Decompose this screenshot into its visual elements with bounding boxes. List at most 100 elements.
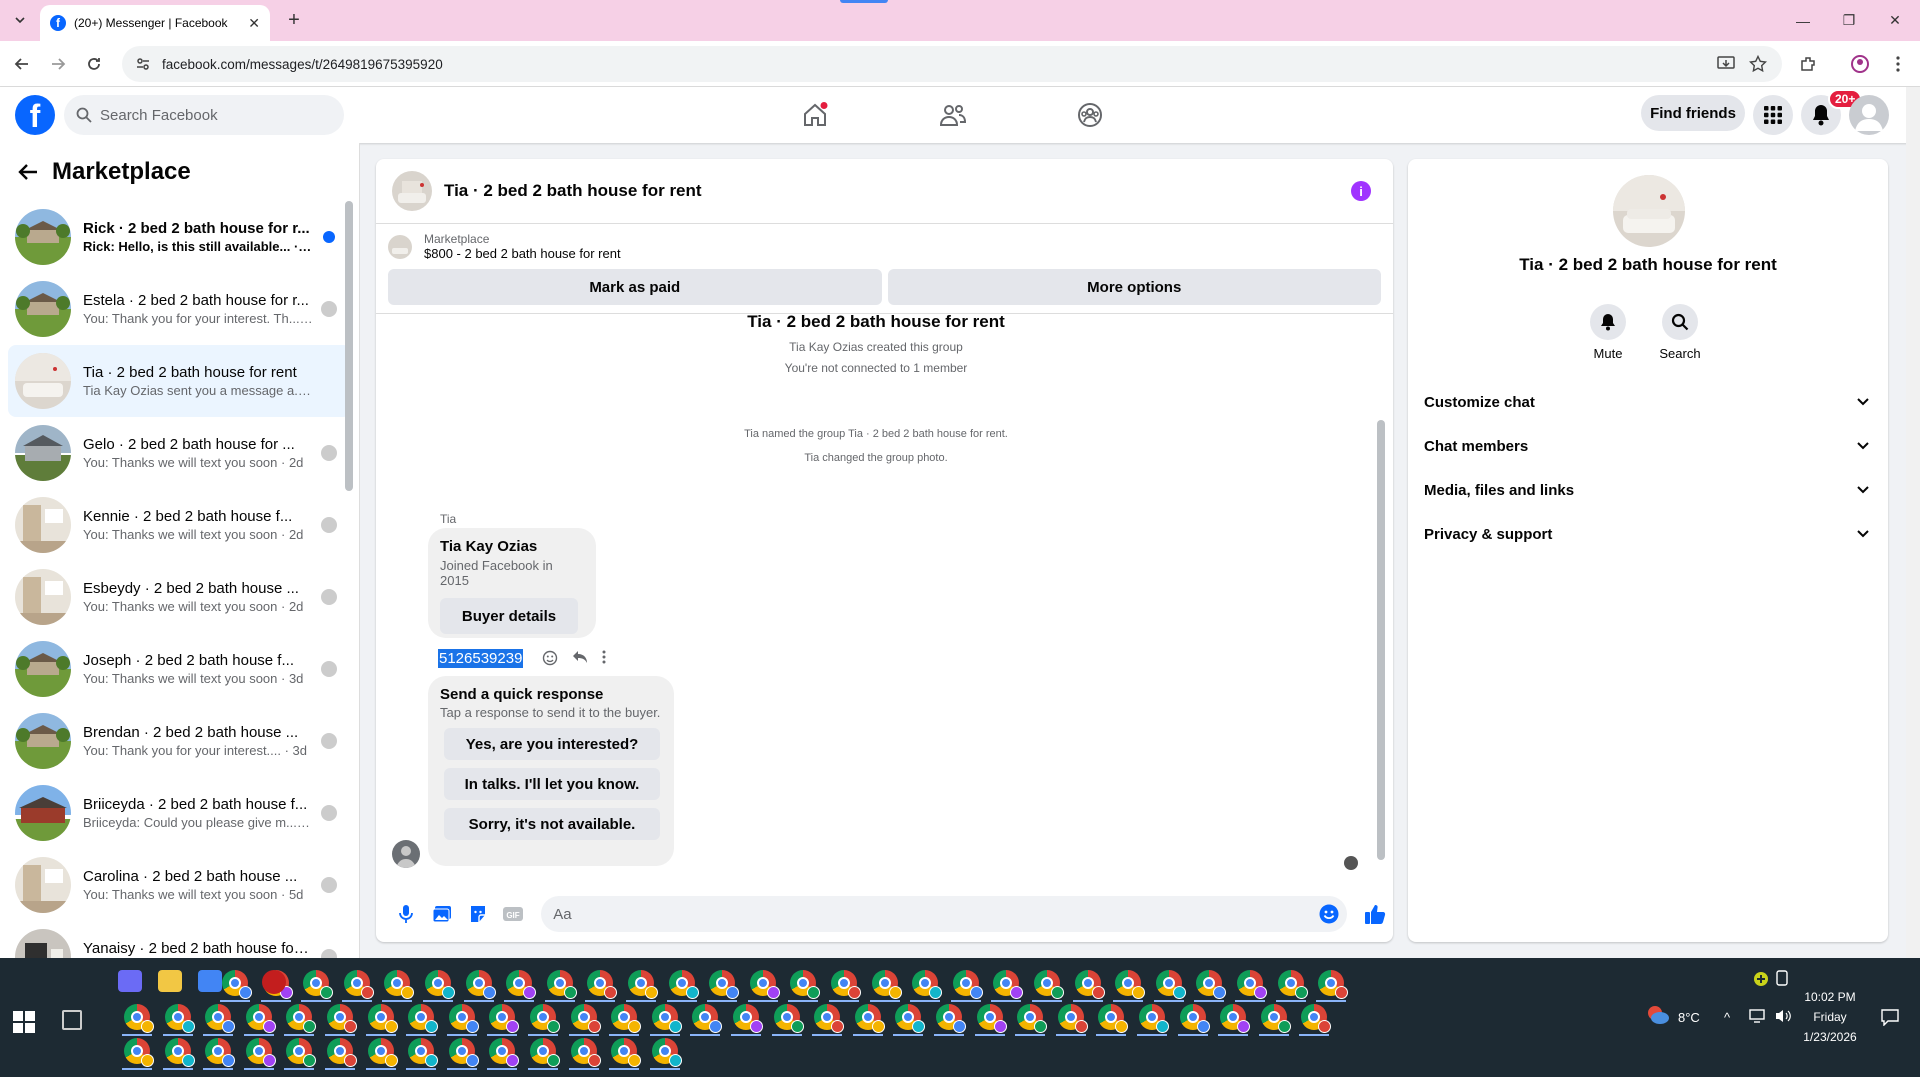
new-tab-button[interactable]: + — [282, 8, 306, 32]
chrome-window-icon[interactable] — [1034, 970, 1064, 999]
chrome-window-icon[interactable] — [1260, 1004, 1291, 1033]
chrome-window-icon[interactable] — [570, 1004, 601, 1033]
profile-icon[interactable] — [1848, 52, 1872, 76]
chrome-window-icon[interactable] — [1155, 970, 1186, 999]
chrome-window-icon[interactable] — [408, 1004, 439, 1033]
conversation-item[interactable]: Yanaisy · 2 bed 2 bath house for ...Yana… — [8, 921, 351, 958]
clock[interactable]: 10:02 PM Friday 1/23/2026 — [1800, 990, 1860, 1044]
site-settings-icon[interactable] — [136, 57, 150, 71]
reply-icon[interactable] — [572, 650, 588, 666]
chrome-window-icon[interactable] — [303, 970, 334, 999]
chrome-window-icon[interactable] — [384, 970, 415, 999]
conversation-item[interactable]: Briiceyda · 2 bed 2 bath house f... Briic… — [8, 777, 351, 849]
conversation-item[interactable]: Kennie · 2 bed 2 bath house f... You: Tha… — [8, 489, 351, 561]
sticker-icon[interactable] — [460, 896, 496, 932]
chat-title[interactable]: Tia · 2 bed 2 bath house for rent — [444, 181, 702, 201]
chrome-window-icon[interactable] — [611, 1038, 642, 1067]
sender-avatar[interactable] — [392, 840, 420, 868]
chrome-window-icon[interactable] — [465, 970, 496, 999]
minimize-button[interactable]: — — [1780, 0, 1826, 41]
chrome-window-icon[interactable] — [1220, 1004, 1251, 1033]
home-icon[interactable] — [795, 95, 835, 135]
chrome-window-icon[interactable] — [245, 1004, 276, 1033]
chrome-window-icon[interactable] — [1074, 970, 1105, 999]
install-app-icon[interactable] — [1714, 52, 1738, 76]
chrome-window-icon[interactable] — [205, 1038, 236, 1067]
listing-summary[interactable]: Marketplace $800 - 2 bed 2 bath house fo… — [376, 224, 1393, 269]
group-photo[interactable] — [1613, 175, 1685, 247]
conversation-item[interactable]: Joseph · 2 bed 2 bath house f... You: Tha… — [8, 633, 351, 705]
chrome-window-icon[interactable] — [912, 970, 943, 999]
conversation-item[interactable]: Gelo · 2 bed 2 bath house for ... You: Th… — [8, 417, 351, 489]
chrome-window-icon[interactable] — [651, 1004, 682, 1033]
facebook-search-input[interactable]: Search Facebook — [64, 95, 344, 135]
chrome-window-icon[interactable] — [408, 1038, 439, 1067]
chrome-window-icon[interactable] — [506, 970, 537, 999]
chrome-window-icon[interactable] — [367, 1004, 398, 1033]
chrome-window-icon[interactable] — [245, 1038, 276, 1067]
media-files-links-section[interactable]: Media, files and links — [1424, 468, 1880, 512]
copilot-icon[interactable] — [118, 970, 142, 992]
page-scrollbar[interactable] — [1906, 87, 1920, 958]
microphone-icon[interactable] — [388, 896, 424, 932]
chrome-window-icon[interactable] — [205, 1004, 236, 1033]
chrome-window-icon[interactable] — [530, 1004, 560, 1033]
chrome-window-icon[interactable] — [611, 1004, 642, 1033]
back-arrow-icon[interactable] — [18, 163, 38, 181]
privacy-support-section[interactable]: Privacy & support — [1424, 512, 1880, 556]
volume-icon[interactable] — [1774, 1008, 1792, 1024]
chrome-window-icon[interactable] — [1098, 1004, 1129, 1033]
menu-grid-icon[interactable] — [1753, 95, 1793, 135]
chrome-window-icon[interactable] — [1139, 1004, 1169, 1033]
chrome-window-icon[interactable] — [936, 1004, 966, 1033]
notification-center-icon[interactable] — [1880, 1008, 1900, 1026]
chrome-window-icon[interactable] — [327, 1004, 357, 1033]
chrome-window-icon[interactable] — [164, 1038, 195, 1067]
chrome-window-icon[interactable] — [1057, 1004, 1088, 1033]
chrome-window-icon[interactable] — [1196, 970, 1227, 999]
chrome-window-icon[interactable] — [546, 970, 577, 999]
chrome-window-icon[interactable] — [448, 1004, 479, 1033]
chrome-window-icon[interactable] — [124, 1038, 154, 1067]
chrome-window-icon[interactable] — [587, 970, 618, 999]
chrome-window-icon[interactable] — [831, 970, 861, 999]
chrome-window-icon[interactable] — [222, 970, 252, 999]
sidebar-scrollbar[interactable] — [345, 201, 353, 491]
chrome-window-icon[interactable] — [286, 1004, 317, 1033]
like-thumb-icon[interactable] — [1357, 896, 1393, 932]
quick-response-button[interactable]: In talks. I'll let you know. — [444, 768, 660, 800]
conversation-item[interactable]: Estela · 2 bed 2 bath house for r... You:… — [8, 273, 351, 345]
chrome-window-icon[interactable] — [489, 1038, 520, 1067]
buyer-details-button[interactable]: Buyer details — [440, 598, 578, 634]
phone-number-text[interactable]: 5126539239 — [438, 648, 524, 668]
forward-icon[interactable] — [46, 52, 70, 76]
chrome-window-icon[interactable] — [854, 1004, 885, 1033]
conversation-item[interactable]: Carolina · 2 bed 2 bath house ... You: Th… — [8, 849, 351, 921]
chrome-window-icon[interactable] — [286, 1038, 317, 1067]
facebook-logo-icon[interactable]: f — [15, 95, 55, 135]
friends-icon[interactable] — [933, 95, 973, 135]
chrome-window-icon[interactable] — [952, 970, 983, 999]
phone-message[interactable]: 5126539239 — [428, 642, 524, 674]
restore-button[interactable]: ❐ — [1826, 0, 1872, 41]
chrome-window-icon[interactable] — [1237, 970, 1267, 999]
photo-attach-icon[interactable] — [424, 896, 460, 932]
info-icon[interactable]: i — [1351, 181, 1371, 201]
chrome-window-icon[interactable] — [651, 1038, 682, 1067]
find-friends-button[interactable]: Find friends — [1641, 95, 1745, 131]
emoji-icon[interactable] — [1319, 904, 1339, 924]
mark-as-paid-button[interactable]: Mark as paid — [388, 269, 882, 305]
search-action[interactable]: Search — [1650, 304, 1710, 361]
chrome-profile-icon[interactable] — [198, 970, 222, 992]
conversation-item[interactable]: Rick · 2 bed 2 bath house for r... Rick: … — [8, 201, 351, 273]
chrome-menu-icon[interactable] — [1886, 52, 1910, 76]
chrome-window-icon[interactable] — [733, 1004, 763, 1033]
chrome-window-icon[interactable] — [448, 1038, 479, 1067]
conversation-item[interactable]: Brendan · 2 bed 2 bath house ... You: Tha… — [8, 705, 351, 777]
customize-chat-section[interactable]: Customize chat — [1424, 380, 1880, 424]
more-options-button[interactable]: More options — [887, 269, 1381, 305]
chrome-window-icon[interactable] — [530, 1038, 560, 1067]
mute-action[interactable]: Mute — [1578, 304, 1638, 361]
tab-search-icon[interactable] — [8, 8, 32, 32]
more-vertical-icon[interactable] — [602, 650, 606, 666]
